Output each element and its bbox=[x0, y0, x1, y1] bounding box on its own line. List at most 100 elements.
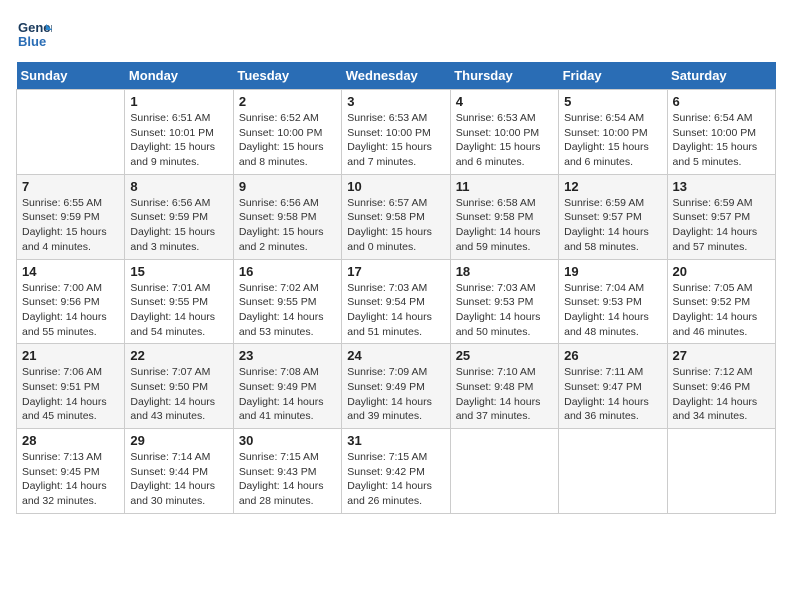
logo: General Blue bbox=[16, 16, 56, 52]
calendar-cell: 21 Sunrise: 7:06 AMSunset: 9:51 PMDayligh… bbox=[17, 344, 125, 429]
day-info: Sunrise: 7:15 AMSunset: 9:43 PMDaylight:… bbox=[239, 450, 336, 509]
day-number: 18 bbox=[456, 264, 553, 279]
day-number: 26 bbox=[564, 348, 661, 363]
day-info: Sunrise: 7:03 AMSunset: 9:53 PMDaylight:… bbox=[456, 281, 553, 340]
page-header: General Blue bbox=[16, 16, 776, 52]
day-info: Sunrise: 7:07 AMSunset: 9:50 PMDaylight:… bbox=[130, 365, 227, 424]
day-info: Sunrise: 6:56 AMSunset: 9:59 PMDaylight:… bbox=[130, 196, 227, 255]
day-number: 29 bbox=[130, 433, 227, 448]
calendar-cell: 14Sunrise: 7:00 AMSunset: 9:56 PMDayligh… bbox=[17, 259, 125, 344]
calendar-cell bbox=[559, 429, 667, 514]
calendar-cell: 23Sunrise: 7:08 AMSunset: 9:49 PMDayligh… bbox=[233, 344, 341, 429]
day-info: Sunrise: 7:11 AMSunset: 9:47 PMDaylight:… bbox=[564, 365, 661, 424]
day-number: 3 bbox=[347, 94, 444, 109]
day-info: Sunrise: 6:53 AMSunset: 10:00 PMDaylight… bbox=[347, 111, 444, 170]
calendar-cell: 18 Sunrise: 7:03 AMSunset: 9:53 PMDayligh… bbox=[450, 259, 558, 344]
day-number: 28 bbox=[22, 433, 119, 448]
calendar-week-row: 7 Sunrise: 6:55 AMSunset: 9:59 PMDaylight… bbox=[17, 174, 776, 259]
day-number: 7 bbox=[22, 179, 119, 194]
day-info: Sunrise: 6:55 AMSunset: 9:59 PMDaylight:… bbox=[22, 196, 119, 255]
day-number: 24 bbox=[347, 348, 444, 363]
day-number: 14 bbox=[22, 264, 119, 279]
calendar-week-row: 14Sunrise: 7:00 AMSunset: 9:56 PMDayligh… bbox=[17, 259, 776, 344]
day-number: 1 bbox=[130, 94, 227, 109]
day-info: Sunrise: 7:01 AMSunset: 9:55 PMDaylight:… bbox=[130, 281, 227, 340]
day-number: 8 bbox=[130, 179, 227, 194]
day-number: 25 bbox=[456, 348, 553, 363]
weekday-header: Wednesday bbox=[342, 62, 450, 90]
day-info: Sunrise: 6:57 AMSunset: 9:58 PMDaylight:… bbox=[347, 196, 444, 255]
calendar-cell: 3 Sunrise: 6:53 AMSunset: 10:00 PMDayligh… bbox=[342, 90, 450, 175]
day-number: 30 bbox=[239, 433, 336, 448]
day-number: 21 bbox=[22, 348, 119, 363]
calendar-cell: 17 Sunrise: 7:03 AMSunset: 9:54 PMDayligh… bbox=[342, 259, 450, 344]
calendar-cell: 13 Sunrise: 6:59 AMSunset: 9:57 PMDayligh… bbox=[667, 174, 775, 259]
calendar-cell: 10Sunrise: 6:57 AMSunset: 9:58 PMDayligh… bbox=[342, 174, 450, 259]
day-info: Sunrise: 7:14 AMSunset: 9:44 PMDaylight:… bbox=[130, 450, 227, 509]
calendar-cell: 11Sunrise: 6:58 AMSunset: 9:58 PMDayligh… bbox=[450, 174, 558, 259]
day-info: Sunrise: 6:51 AMSunset: 10:01 PMDaylight… bbox=[130, 111, 227, 170]
calendar-cell: 12 Sunrise: 6:59 AMSunset: 9:57 PMDayligh… bbox=[559, 174, 667, 259]
day-info: Sunrise: 7:10 AMSunset: 9:48 PMDaylight:… bbox=[456, 365, 553, 424]
calendar-cell: 27 Sunrise: 7:12 AMSunset: 9:46 PMDayligh… bbox=[667, 344, 775, 429]
day-number: 13 bbox=[673, 179, 770, 194]
day-info: Sunrise: 7:06 AMSunset: 9:51 PMDaylight:… bbox=[22, 365, 119, 424]
calendar-cell: 4 Sunrise: 6:53 AMSunset: 10:00 PMDayligh… bbox=[450, 90, 558, 175]
calendar-cell: 22 Sunrise: 7:07 AMSunset: 9:50 PMDayligh… bbox=[125, 344, 233, 429]
calendar-week-row: 21 Sunrise: 7:06 AMSunset: 9:51 PMDayligh… bbox=[17, 344, 776, 429]
calendar-cell: 9 Sunrise: 6:56 AMSunset: 9:58 PMDaylight… bbox=[233, 174, 341, 259]
day-number: 15 bbox=[130, 264, 227, 279]
day-info: Sunrise: 7:05 AMSunset: 9:52 PMDaylight:… bbox=[673, 281, 770, 340]
calendar-cell bbox=[450, 429, 558, 514]
day-info: Sunrise: 6:59 AMSunset: 9:57 PMDaylight:… bbox=[673, 196, 770, 255]
day-info: Sunrise: 6:54 AMSunset: 10:00 PMDaylight… bbox=[564, 111, 661, 170]
calendar-cell: 26 Sunrise: 7:11 AMSunset: 9:47 PMDayligh… bbox=[559, 344, 667, 429]
day-info: Sunrise: 6:54 AMSunset: 10:00 PMDaylight… bbox=[673, 111, 770, 170]
calendar-cell: 7 Sunrise: 6:55 AMSunset: 9:59 PMDaylight… bbox=[17, 174, 125, 259]
calendar-cell: 15 Sunrise: 7:01 AMSunset: 9:55 PMDayligh… bbox=[125, 259, 233, 344]
day-number: 19 bbox=[564, 264, 661, 279]
logo-icon: General Blue bbox=[16, 16, 52, 52]
day-info: Sunrise: 6:52 AMSunset: 10:00 PMDaylight… bbox=[239, 111, 336, 170]
day-number: 2 bbox=[239, 94, 336, 109]
day-number: 31 bbox=[347, 433, 444, 448]
weekday-header: Monday bbox=[125, 62, 233, 90]
calendar-cell bbox=[667, 429, 775, 514]
day-number: 11 bbox=[456, 179, 553, 194]
calendar-cell: 1 Sunrise: 6:51 AMSunset: 10:01 PMDayligh… bbox=[125, 90, 233, 175]
day-number: 22 bbox=[130, 348, 227, 363]
day-number: 20 bbox=[673, 264, 770, 279]
calendar-cell: 29 Sunrise: 7:14 AMSunset: 9:44 PMDayligh… bbox=[125, 429, 233, 514]
calendar-cell: 24 Sunrise: 7:09 AMSunset: 9:49 PMDayligh… bbox=[342, 344, 450, 429]
calendar-cell: 6Sunrise: 6:54 AMSunset: 10:00 PMDayligh… bbox=[667, 90, 775, 175]
day-number: 9 bbox=[239, 179, 336, 194]
calendar-week-row: 28 Sunrise: 7:13 AMSunset: 9:45 PMDayligh… bbox=[17, 429, 776, 514]
calendar-cell: 31Sunrise: 7:15 AMSunset: 9:42 PMDayligh… bbox=[342, 429, 450, 514]
day-info: Sunrise: 6:59 AMSunset: 9:57 PMDaylight:… bbox=[564, 196, 661, 255]
day-info: Sunrise: 7:13 AMSunset: 9:45 PMDaylight:… bbox=[22, 450, 119, 509]
day-number: 23 bbox=[239, 348, 336, 363]
calendar-cell: 19Sunrise: 7:04 AMSunset: 9:53 PMDayligh… bbox=[559, 259, 667, 344]
day-info: Sunrise: 6:53 AMSunset: 10:00 PMDaylight… bbox=[456, 111, 553, 170]
day-number: 12 bbox=[564, 179, 661, 194]
calendar-cell: 8 Sunrise: 6:56 AMSunset: 9:59 PMDaylight… bbox=[125, 174, 233, 259]
weekday-header: Saturday bbox=[667, 62, 775, 90]
calendar-cell: 28 Sunrise: 7:13 AMSunset: 9:45 PMDayligh… bbox=[17, 429, 125, 514]
day-info: Sunrise: 7:09 AMSunset: 9:49 PMDaylight:… bbox=[347, 365, 444, 424]
day-info: Sunrise: 6:56 AMSunset: 9:58 PMDaylight:… bbox=[239, 196, 336, 255]
day-info: Sunrise: 7:12 AMSunset: 9:46 PMDaylight:… bbox=[673, 365, 770, 424]
calendar-week-row: 1 Sunrise: 6:51 AMSunset: 10:01 PMDayligh… bbox=[17, 90, 776, 175]
day-number: 16 bbox=[239, 264, 336, 279]
calendar-cell: 25 Sunrise: 7:10 AMSunset: 9:48 PMDayligh… bbox=[450, 344, 558, 429]
calendar-cell: 30 Sunrise: 7:15 AMSunset: 9:43 PMDayligh… bbox=[233, 429, 341, 514]
day-number: 27 bbox=[673, 348, 770, 363]
day-number: 5 bbox=[564, 94, 661, 109]
calendar-cell: 5 Sunrise: 6:54 AMSunset: 10:00 PMDayligh… bbox=[559, 90, 667, 175]
day-info: Sunrise: 7:02 AMSunset: 9:55 PMDaylight:… bbox=[239, 281, 336, 340]
weekday-header: Friday bbox=[559, 62, 667, 90]
day-info: Sunrise: 7:03 AMSunset: 9:54 PMDaylight:… bbox=[347, 281, 444, 340]
day-number: 17 bbox=[347, 264, 444, 279]
day-number: 4 bbox=[456, 94, 553, 109]
weekday-header: Sunday bbox=[17, 62, 125, 90]
calendar-table: SundayMondayTuesdayWednesdayThursdayFrid… bbox=[16, 62, 776, 514]
